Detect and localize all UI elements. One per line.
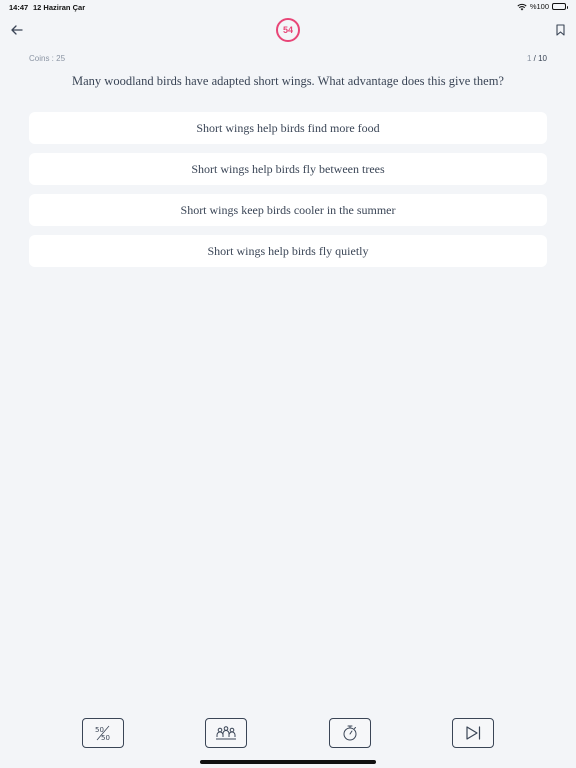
answer-option-4[interactable]: Short wings help birds fly quietly	[29, 235, 547, 267]
answer-option-3[interactable]: Short wings keep birds cooler in the sum…	[29, 194, 547, 226]
bookmark-icon	[555, 24, 565, 36]
question-progress: 1 / 10	[527, 54, 547, 63]
fifty-fifty-icon: 50 50	[95, 725, 110, 742]
question-text: Many woodland birds have adapted short w…	[72, 74, 504, 88]
back-button[interactable]	[8, 21, 26, 39]
wifi-icon	[517, 3, 527, 11]
answer-option-1[interactable]: Short wings help birds find more food	[29, 112, 547, 144]
progress-total: / 10	[531, 54, 547, 63]
countdown-timer: 54	[276, 18, 300, 42]
svg-text:50: 50	[95, 726, 104, 734]
audience-button[interactable]	[205, 718, 247, 748]
battery-percent: %100	[529, 2, 549, 11]
lifeline-toolbar: 50 50	[0, 718, 576, 748]
svg-text:50: 50	[101, 734, 110, 742]
audience-icon	[216, 726, 236, 740]
status-right: %100	[517, 2, 568, 11]
home-indicator	[200, 760, 376, 764]
answer-option-2[interactable]: Short wings help birds fly between trees	[29, 153, 547, 185]
extra-time-button[interactable]	[329, 718, 371, 748]
coins-count: Coins : 25	[29, 54, 66, 63]
status-time: 14:47	[9, 3, 29, 12]
arrow-left-icon	[11, 25, 23, 35]
answer-options: Short wings help birds find more food Sh…	[29, 112, 547, 276]
skip-next-icon	[466, 726, 481, 740]
battery-icon	[552, 3, 568, 10]
status-date: 12 Haziran Çar	[33, 3, 86, 12]
stopwatch-icon	[343, 725, 357, 741]
bookmark-button[interactable]	[552, 21, 568, 39]
fifty-fifty-button[interactable]: 50 50	[82, 718, 124, 748]
status-bar: 14:47 12 Haziran Çar %100	[0, 0, 576, 14]
skip-question-button[interactable]	[452, 718, 494, 748]
